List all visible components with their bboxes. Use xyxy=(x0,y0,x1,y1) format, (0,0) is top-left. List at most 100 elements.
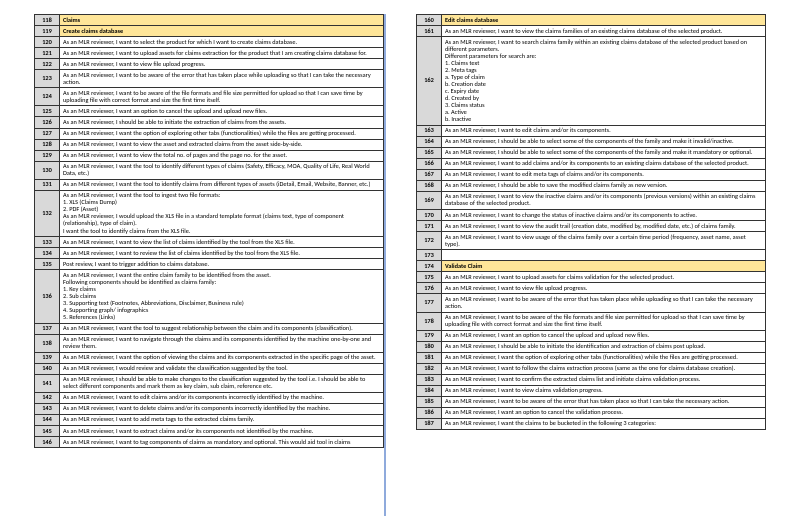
row-number: 140 xyxy=(35,363,60,374)
row-body: As an MLR reviewer, I want to edit meta … xyxy=(442,169,766,180)
row-number: 131 xyxy=(35,179,60,190)
row-number: 141 xyxy=(35,374,60,392)
row-body: As an MLR reviewer, I want to upload ass… xyxy=(442,272,766,283)
row-number: 135 xyxy=(35,259,60,270)
row-number: 177 xyxy=(417,294,442,312)
row-body: As an MLR reviewer, I want the tool to i… xyxy=(60,161,384,179)
row-number: 136 xyxy=(35,270,60,323)
row-body: As an MLR reviewer, I want the option of… xyxy=(60,128,384,139)
row-body: As an MLR reviewer, I want to be aware o… xyxy=(442,396,766,407)
row-body: As an MLR reviewer, I want to delete cla… xyxy=(60,403,384,414)
row-body: As an MLR reviewer, I want to view the i… xyxy=(442,191,766,209)
row-body: As an MLR reviewer, I want the tool to i… xyxy=(60,190,384,236)
row-number: 164 xyxy=(417,136,442,147)
row-body: As an MLR reviewer, I should be able to … xyxy=(442,136,766,147)
row-body: As an MLR reviewer, I want an option to … xyxy=(60,106,384,117)
row-body: As an MLR reviewer, I want to view the c… xyxy=(442,26,766,37)
row-number: 145 xyxy=(35,426,60,437)
right-table: 160Edit claims database161As an MLR revi… xyxy=(416,14,766,430)
row-number: 123 xyxy=(35,70,60,88)
row-number: 160 xyxy=(417,15,442,26)
row-number: 119 xyxy=(35,26,60,37)
right-column: 160Edit claims database161As an MLR revi… xyxy=(416,14,766,516)
row-body: As an MLR reviewer, I want to view the a… xyxy=(442,221,766,232)
row-number: 132 xyxy=(35,190,60,236)
row-number: 146 xyxy=(35,437,60,448)
page: 118Claims119Create claims database120As … xyxy=(0,0,800,526)
row-number: 166 xyxy=(417,158,442,169)
row-body: Post review, I want to trigger addition … xyxy=(60,259,384,270)
row-number: 170 xyxy=(417,210,442,221)
row-body: As an MLR reviewer, I want to add claims… xyxy=(442,158,766,169)
row-body: As an MLR reviewer, I want to be aware o… xyxy=(442,312,766,330)
row-number: 179 xyxy=(417,330,442,341)
row-body: As an MLR reviewer, I want to edit claim… xyxy=(442,125,766,136)
row-number: 169 xyxy=(417,191,442,209)
row-number: 122 xyxy=(35,59,60,70)
row-number: 174 xyxy=(417,261,442,272)
row-body: As an MLR reviewer, I want to view file … xyxy=(442,283,766,294)
row-body: As an MLR reviewer, I would review and v… xyxy=(60,363,384,374)
row-number: 142 xyxy=(35,392,60,403)
row-body: As an MLR reviewer, I want to be aware o… xyxy=(60,88,384,106)
row-number: 185 xyxy=(417,396,442,407)
row-number: 181 xyxy=(417,352,442,363)
row-number: 175 xyxy=(417,272,442,283)
row-body: As an MLR reviewer, I want to view the t… xyxy=(60,150,384,161)
row-number: 163 xyxy=(417,125,442,136)
row-body: As an MLR reviewer, I should be able to … xyxy=(60,374,384,392)
row-body: As an MLR reviewer, I want to view the l… xyxy=(60,237,384,248)
row-body: As an MLR reviewer, I should be able to … xyxy=(442,341,766,352)
row-body: As an MLR reviewer, I want to tag compon… xyxy=(60,437,384,448)
row-number: 143 xyxy=(35,403,60,414)
row-number: 178 xyxy=(417,312,442,330)
row-body: Edit claims database xyxy=(442,15,766,26)
row-number: 144 xyxy=(35,414,60,425)
row-body: As an MLR reviewer, I want to view claim… xyxy=(442,385,766,396)
row-body: Create claims database xyxy=(60,26,384,37)
row-body: As an MLR reviewer, I should be able to … xyxy=(442,147,766,158)
row-number: 118 xyxy=(35,15,60,26)
row-body: As an MLR reviewer, I should be able to … xyxy=(60,117,384,128)
row-number: 129 xyxy=(35,150,60,161)
left-column: 118Claims119Create claims database120As … xyxy=(34,14,384,516)
row-number: 168 xyxy=(417,180,442,191)
row-body: As an MLR reviewer, I want to search cla… xyxy=(442,37,766,126)
row-body: As an MLR reviewer, I want to edit claim… xyxy=(60,392,384,403)
row-body: As an MLR reviewer, I want to select the… xyxy=(60,37,384,48)
row-body: As an MLR reviewer, I want the option of… xyxy=(442,352,766,363)
row-body: As an MLR reviewer, I want an option to … xyxy=(442,330,766,341)
row-number: 126 xyxy=(35,117,60,128)
row-number: 180 xyxy=(417,341,442,352)
row-number: 124 xyxy=(35,88,60,106)
row-number: 125 xyxy=(35,106,60,117)
row-number: 134 xyxy=(35,248,60,259)
row-body: As an MLR reviewer, I want the tool to s… xyxy=(60,323,384,334)
row-body: As an MLR reviewer, I want to navigate t… xyxy=(60,334,384,352)
row-body: As an MLR reviewer, I want to review the… xyxy=(60,248,384,259)
row-number: 120 xyxy=(35,37,60,48)
left-table: 118Claims119Create claims database120As … xyxy=(34,14,384,448)
row-number: 130 xyxy=(35,161,60,179)
row-number: 137 xyxy=(35,323,60,334)
row-number: 139 xyxy=(35,352,60,363)
row-number: 171 xyxy=(417,221,442,232)
row-body: As an MLR reviewer, I want the entire cl… xyxy=(60,270,384,323)
row-body: Validate Claim xyxy=(442,261,766,272)
row-body: As an MLR reviewer, I want an option to … xyxy=(442,407,766,418)
row-body: As an MLR reviewer, I want to extract cl… xyxy=(60,426,384,437)
row-body: As an MLR reviewer, I want the tool to i… xyxy=(60,179,384,190)
row-number: 138 xyxy=(35,334,60,352)
row-number: 182 xyxy=(417,363,442,374)
row-body xyxy=(442,250,766,261)
row-number: 183 xyxy=(417,374,442,385)
row-body: As an MLR reviewer, I want to be aware o… xyxy=(60,70,384,88)
row-number: 121 xyxy=(35,48,60,59)
row-number: 161 xyxy=(417,26,442,37)
row-number: 176 xyxy=(417,283,442,294)
row-body: As an MLR reviewer, I want to follow the… xyxy=(442,363,766,374)
row-body: As an MLR reviewer, I should be able to … xyxy=(442,180,766,191)
row-number: 133 xyxy=(35,237,60,248)
row-body: As an MLR reviewer, I want to view the a… xyxy=(60,139,384,150)
row-body: As an MLR reviewer, I want to confirm th… xyxy=(442,374,766,385)
